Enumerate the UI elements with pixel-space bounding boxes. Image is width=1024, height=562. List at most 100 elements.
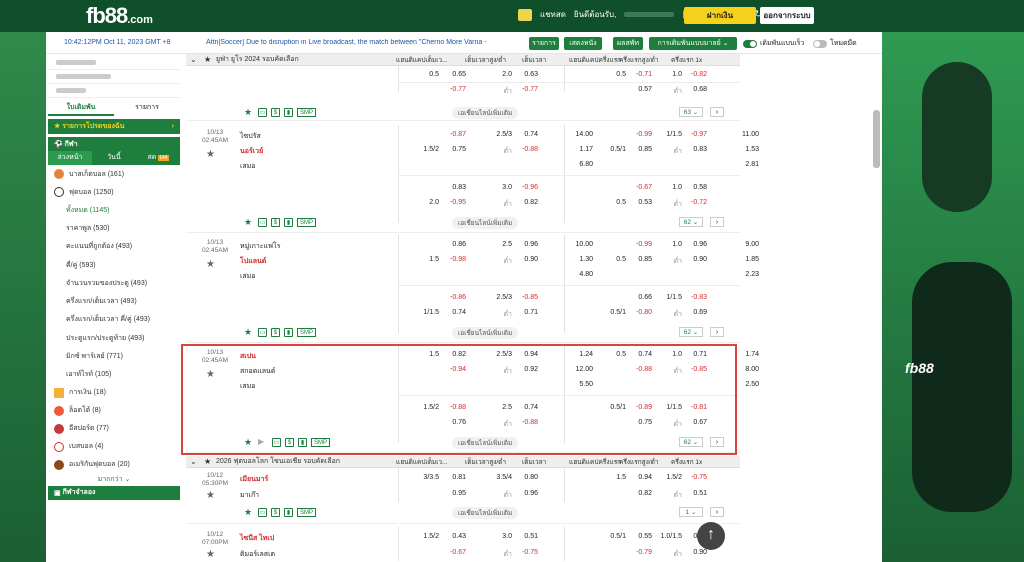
tv-icon[interactable]: ▭ — [258, 108, 267, 117]
odds-cell[interactable]: 0.74 — [438, 309, 466, 316]
home-team[interactable]: สเปน — [240, 351, 256, 362]
odds-cell[interactable]: 2.50 — [731, 381, 759, 388]
odds-cell[interactable]: 0.53 — [624, 199, 652, 206]
odds-cell[interactable]: -0.82 — [679, 71, 707, 78]
league-header[interactable]: ⌄ ★ 2026 ฟุตบอลโลก โซนเอเชีย รอบคัดเลือก แฮ… — [186, 456, 740, 468]
bet-count-dropdown[interactable]: 62 ⌄ — [679, 327, 703, 337]
odds-cell[interactable]: -0.99 — [624, 241, 652, 248]
home-team[interactable]: ไซปรัส — [240, 131, 261, 142]
odds-cell[interactable]: 10.00 — [565, 241, 593, 248]
tab-live[interactable]: สด 144 — [136, 151, 180, 165]
expand-arrow-button[interactable]: › — [710, 507, 724, 517]
odds-cell[interactable]: -0.79 — [624, 549, 652, 556]
more-sports-link[interactable]: มากกว่า ⌄ — [48, 474, 180, 486]
smp-button[interactable]: SMP — [297, 218, 317, 227]
sport-football[interactable]: ฟุตบอล (1250) — [48, 183, 180, 201]
odds-cell[interactable]: 1.30 — [565, 256, 593, 263]
football-sub-0[interactable]: ทั้งหมด (1145) — [48, 201, 180, 219]
sport-basketball[interactable]: บาสเก็ตบอล (161) — [48, 165, 180, 183]
odds-cell[interactable]: 1.24 — [565, 351, 593, 358]
odds-cell[interactable]: 0.51 — [679, 490, 707, 497]
odds-cell[interactable]: 0.82 — [624, 490, 652, 497]
football-sub-6[interactable]: ครึ่งแรก/เต็มเวลา คี่/คู่ (493) — [48, 311, 180, 329]
odds-cell[interactable]: 0.69 — [679, 309, 707, 316]
odds-cell[interactable]: -0.75 — [679, 474, 707, 481]
sports-header[interactable]: ⚽ กีฬา — [48, 137, 180, 151]
bet-count-dropdown[interactable]: 1 ⌄ — [679, 507, 703, 517]
odds-cell[interactable]: 0.68 — [679, 86, 707, 93]
tv-icon[interactable]: ▭ — [258, 328, 267, 337]
odds-cell[interactable]: -0.88 — [438, 404, 466, 411]
odds-cell[interactable]: 0.58 — [679, 184, 707, 191]
odds-cell[interactable]: -0.96 — [510, 184, 538, 191]
odds-cell[interactable]: 0.71 — [510, 309, 538, 316]
stats-icon[interactable]: ▮ — [284, 328, 293, 337]
favorite-star-icon[interactable]: ★ — [244, 327, 252, 338]
sport-american-football[interactable]: อเมริกันฟุตบอล (20) — [48, 456, 180, 474]
odds-cell[interactable]: 6.80 — [565, 161, 593, 168]
dollar-icon[interactable]: $ — [271, 508, 280, 517]
football-sub-9[interactable]: เอาท์ไรท์ (105) — [48, 366, 180, 384]
odds-cell[interactable]: 0.67 — [679, 419, 707, 426]
odds-cell[interactable]: 0.74 — [510, 404, 538, 411]
dark-mode-toggle[interactable]: โหมดมืด — [813, 38, 857, 49]
odds-cell[interactable]: 9.00 — [731, 241, 759, 248]
odds-cell[interactable]: 11.00 — [731, 131, 759, 138]
odds-cell[interactable]: 0.80 — [510, 474, 538, 481]
parlay-button[interactable]: ผลสพัท — [613, 37, 643, 50]
star-icon[interactable]: ★ — [204, 55, 211, 64]
odds-cell[interactable]: 4.80 — [565, 271, 593, 278]
expand-arrow-button[interactable]: › — [710, 217, 724, 227]
odds-cell[interactable]: 0.82 — [438, 351, 466, 358]
odds-cell[interactable]: -0.86 — [438, 294, 466, 301]
sport-esports[interactable]: อีสปอร์ต (77) — [48, 420, 180, 438]
news-ticker[interactable]: Attn[Soccer] Due to disruption in Live b… — [206, 39, 546, 46]
odds-cell[interactable]: 0.43 — [438, 533, 466, 540]
odds-cell[interactable]: -0.88 — [510, 419, 538, 426]
favorite-star-icon[interactable]: ★ — [244, 217, 252, 228]
more-bets-link[interactable]: เอเชี่ยนไลน์เพิ่มเติม — [452, 107, 519, 119]
smp-button[interactable]: SMP — [297, 108, 317, 117]
live-chat-label[interactable]: แชทสด — [540, 8, 566, 21]
results-button[interactable]: เสดงหนัง — [564, 37, 602, 50]
expand-arrow-button[interactable]: › — [710, 437, 724, 447]
deposit-button[interactable]: ฝากเงิน — [684, 7, 756, 24]
odds-cell[interactable]: 0.74 — [510, 131, 538, 138]
odds-cell[interactable]: 8.00 — [731, 366, 759, 373]
football-sub-8[interactable]: มิกซ์ พาร์เลย์ (771) — [48, 347, 180, 365]
odds-cell[interactable]: 0.96 — [679, 241, 707, 248]
odds-cell[interactable]: -0.85 — [510, 294, 538, 301]
match-star-icon[interactable]: ★ — [206, 369, 215, 380]
odds-cell[interactable]: 0.66 — [624, 294, 652, 301]
odds-cell[interactable]: -0.85 — [679, 366, 707, 373]
bet-count-dropdown[interactable]: 63 ⌄ — [679, 107, 703, 117]
odds-cell[interactable]: 14.00 — [565, 131, 593, 138]
more-bets-link[interactable]: เอเชี่ยนไลน์เพิ่มเติม — [452, 327, 519, 339]
odds-cell[interactable]: 2.23 — [731, 271, 759, 278]
stats-icon[interactable]: ▮ — [284, 218, 293, 227]
odds-cell[interactable]: -0.81 — [679, 404, 707, 411]
star-icon[interactable]: ★ — [204, 457, 211, 466]
odds-cell[interactable]: 0.74 — [624, 351, 652, 358]
smp-button[interactable]: SMP — [311, 438, 331, 447]
sport-finance[interactable]: การเงิน (18) — [48, 384, 180, 402]
odds-cell[interactable]: 0.75 — [624, 419, 652, 426]
football-sub-7[interactable]: ประตูแรก/ประตูท้าย (493) — [48, 329, 180, 347]
odds-cell[interactable]: 0.65 — [438, 71, 466, 78]
tv-icon[interactable]: ▭ — [258, 508, 267, 517]
odds-cell[interactable]: -0.67 — [438, 549, 466, 556]
odds-cell[interactable]: -0.80 — [624, 309, 652, 316]
odds-cell[interactable]: 1.17 — [565, 146, 593, 153]
odds-cell[interactable]: 0.75 — [438, 146, 466, 153]
odds-cell[interactable]: 0.57 — [624, 86, 652, 93]
odds-cell[interactable]: 0.96 — [510, 241, 538, 248]
odds-cell[interactable]: 0.94 — [624, 474, 652, 481]
back-to-top-button[interactable]: ↑ — [697, 522, 725, 550]
more-bets-link[interactable]: เอเชี่ยนไลน์เพิ่มเติม — [452, 507, 519, 519]
stats-icon[interactable]: ▮ — [298, 438, 307, 447]
odds-cell[interactable]: 0.96 — [510, 490, 538, 497]
home-team[interactable]: ไซนีส ไทเป — [240, 533, 274, 544]
home-team[interactable]: เมียนมาร์ — [240, 474, 268, 485]
expand-arrow-button[interactable]: › — [710, 107, 724, 117]
odds-cell[interactable]: 12.00 — [565, 366, 593, 373]
